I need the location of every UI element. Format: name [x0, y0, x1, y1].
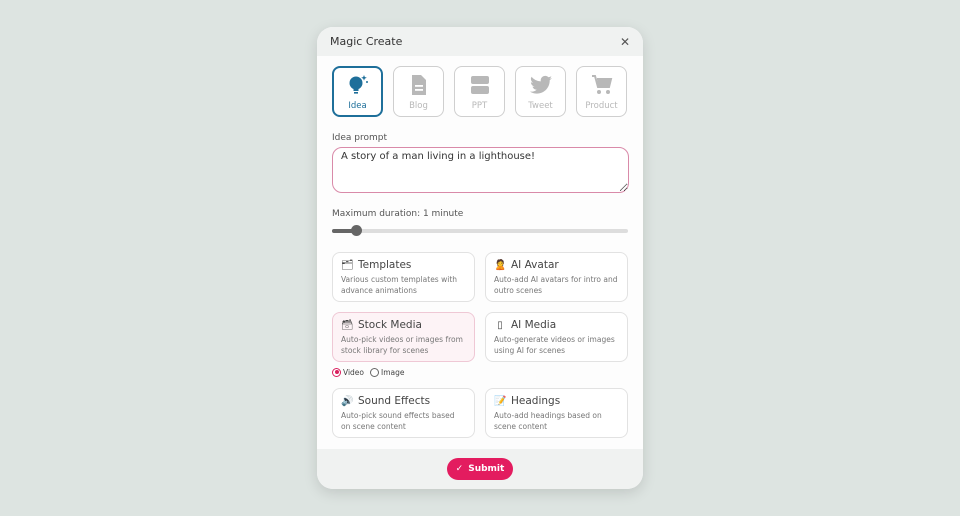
- radio-label: Image: [381, 367, 405, 377]
- option-ai-media[interactable]: ▯ AI Media Auto-generate videos or images…: [485, 312, 628, 362]
- option-description: Auto-generate videos or images using AI …: [494, 335, 615, 355]
- option-title: Stock Media: [358, 319, 422, 331]
- submit-label: Submit: [468, 464, 505, 474]
- lightbulb-sparkle-icon: [349, 74, 368, 94]
- document-icon: [411, 74, 426, 95]
- close-icon[interactable]: ✕: [620, 35, 630, 49]
- type-label: Idea: [348, 100, 367, 111]
- submit-button[interactable]: ✓ Submit: [447, 458, 513, 480]
- dialog-footer: ✓ Submit: [317, 449, 643, 489]
- option-description: Auto-pick sound effects based on scene c…: [341, 411, 455, 431]
- magic-create-dialog: Magic Create ✕ Idea Blog PPT Tweet Produ…: [317, 27, 643, 489]
- radio-button[interactable]: [332, 367, 341, 377]
- type-idea[interactable]: Idea: [332, 66, 383, 117]
- option-ai-avatar[interactable]: 🙎 AI Avatar Auto-add AI avatars for intro…: [485, 252, 628, 302]
- slider-handle[interactable]: [350, 225, 362, 236]
- prompt-label: Idea prompt: [332, 133, 388, 143]
- stock-media-icon: 🗃: [341, 319, 354, 331]
- options-grid: 🗂 Templates Various custom templates with…: [317, 252, 643, 302]
- radio-image[interactable]: Image: [370, 367, 405, 377]
- idea-prompt-input[interactable]: [332, 147, 629, 193]
- radio-button[interactable]: [370, 367, 380, 377]
- options-grid-row-2: 🗃 Stock Media Auto-pick videos or images …: [317, 312, 643, 362]
- headings-icon: 📝: [494, 395, 507, 407]
- type-label: PPT: [471, 100, 488, 111]
- type-label: Tweet: [528, 100, 553, 111]
- radio-label: Video: [343, 367, 365, 377]
- dialog-header: Magic Create ✕: [317, 27, 643, 56]
- twitter-bird-icon: [529, 75, 552, 94]
- type-label: Blog: [409, 100, 428, 111]
- type-label: Product: [585, 100, 618, 111]
- duration-label: Maximum duration: 1 minute: [332, 209, 464, 219]
- option-title: AI Media: [511, 319, 557, 331]
- option-templates[interactable]: 🗂 Templates Various custom templates with…: [332, 252, 475, 302]
- option-description: Auto-add headings based on scene content: [494, 411, 602, 431]
- content-type-selector: Idea Blog PPT Tweet Product: [317, 56, 643, 117]
- option-stock-media[interactable]: 🗃 Stock Media Auto-pick videos or images …: [332, 312, 475, 362]
- shopping-cart-icon: [591, 74, 612, 94]
- option-headings[interactable]: 📝 Headings Auto-add headings based on sce…: [485, 388, 628, 438]
- slides-icon: [470, 75, 489, 94]
- type-product[interactable]: Product: [576, 66, 627, 117]
- templates-icon: 🗂: [341, 259, 354, 271]
- options-grid-row-3: 🔊 Sound Effects Auto-pick sound effects b…: [317, 388, 643, 438]
- type-tweet[interactable]: Tweet: [515, 66, 566, 117]
- option-title: Headings: [511, 395, 561, 407]
- dialog-title: Magic Create: [330, 35, 403, 48]
- media-type-radio-group: Video Image: [317, 366, 643, 378]
- type-ppt[interactable]: PPT: [454, 66, 505, 117]
- option-sound-effects[interactable]: 🔊 Sound Effects Auto-pick sound effects b…: [332, 388, 475, 438]
- option-description: Auto-pick videos or images from stock li…: [341, 335, 463, 355]
- option-title: AI Avatar: [511, 259, 559, 271]
- duration-slider[interactable]: [332, 225, 628, 236]
- option-description: Auto-add AI avatars for intro and outro …: [494, 275, 618, 295]
- sound-effects-icon: 🔊: [341, 395, 354, 407]
- ai-media-icon: ▯: [497, 319, 503, 331]
- checkmark-icon: ✓: [455, 464, 464, 474]
- type-blog[interactable]: Blog: [393, 66, 444, 117]
- option-title: Templates: [358, 259, 412, 271]
- option-description: Various custom templates with advance an…: [341, 275, 458, 295]
- radio-video[interactable]: Video: [332, 367, 365, 377]
- option-title: Sound Effects: [358, 395, 431, 407]
- avatar-icon: 🙎: [494, 259, 507, 271]
